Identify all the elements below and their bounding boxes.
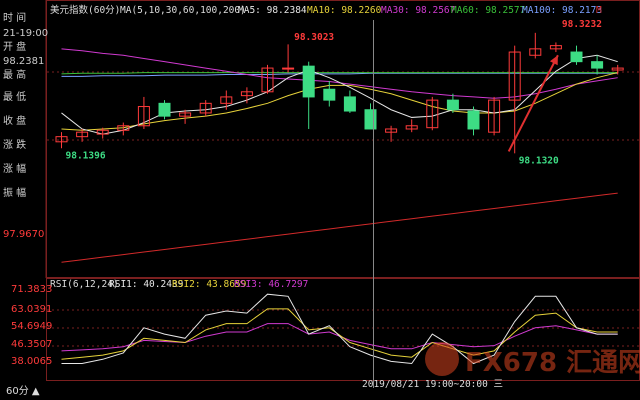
- chart-title: 美元指数(60分): [50, 4, 120, 16]
- rsi-panel-frame: [46, 278, 640, 381]
- chart-canvas[interactable]: 98.3023 98.3232 98.1396 98.1320 美元指数(60分) M…: [0, 0, 640, 400]
- timeframe-button[interactable]: 60分 ▲: [6, 382, 40, 397]
- candle-body[interactable]: [302, 65, 315, 98]
- candle-body[interactable]: [591, 61, 604, 69]
- rsi-tick: 54.6949: [11, 321, 52, 332]
- price-annotation: 98.1396: [66, 150, 106, 161]
- price-annotation: 98.3023: [294, 32, 334, 43]
- close-label: 收 盘: [3, 114, 26, 127]
- ma100-value: MA100: 98.2173: [522, 5, 602, 16]
- candle-body[interactable]: [158, 102, 171, 117]
- price-annotation: 98.3232: [562, 19, 602, 30]
- time-label: 时 间: [3, 11, 26, 24]
- ma-extra: M: [596, 5, 602, 16]
- open-value: 98.2381: [3, 56, 44, 67]
- candle-body[interactable]: [323, 88, 336, 101]
- ma60-value: MA60: 98.2577: [451, 5, 525, 16]
- grid: [47, 71, 639, 347]
- time-value: 21-19:00: [3, 28, 48, 39]
- main-panel-frame: [46, 0, 640, 278]
- rsi3-value: RSI3: 46.7297: [234, 279, 308, 290]
- rsi-tick: 63.0391: [11, 304, 52, 315]
- ma10-value: MA10: 98.2260: [307, 5, 382, 16]
- rsi2-line: [61, 308, 618, 360]
- rsi-lines: [61, 293, 618, 365]
- rsi1-line: [61, 293, 618, 365]
- ma200-line: [61, 192, 618, 263]
- rsi-tick: 38.0065: [11, 356, 52, 367]
- candle-body[interactable]: [467, 110, 480, 130]
- rsi-tick: 46.3507: [11, 339, 52, 350]
- ma30-value: MA30: 98.2567: [381, 5, 455, 16]
- amp-label: 涨 幅: [3, 162, 26, 175]
- candle-body[interactable]: [282, 67, 295, 70]
- low-label: 最 低: [3, 90, 26, 103]
- price-tick-97967: 97.9670: [3, 229, 44, 240]
- price-annotation: 98.1320: [519, 155, 559, 166]
- ma-params: MA(5,10,30,60,100,200): [120, 5, 246, 16]
- trend-arrow: [507, 54, 559, 152]
- open-label: 开 盘: [3, 40, 26, 53]
- candle-body[interactable]: [343, 96, 356, 112]
- swing-label: 振 幅: [3, 186, 26, 199]
- rsi-tick: 71.3833: [11, 284, 52, 295]
- ma100-line: [61, 72, 618, 77]
- high-label: 最 高: [3, 68, 26, 81]
- cursor-time-label: 2019/08/21 19:00~20:00 三: [362, 379, 503, 390]
- candle-body[interactable]: [446, 99, 459, 111]
- candle-body[interactable]: [364, 109, 377, 130]
- candle-body[interactable]: [570, 51, 583, 63]
- change-label: 涨 跌: [3, 138, 26, 151]
- ma5-line: [61, 54, 618, 135]
- ma5-value: MA5: 98.2384: [238, 5, 307, 16]
